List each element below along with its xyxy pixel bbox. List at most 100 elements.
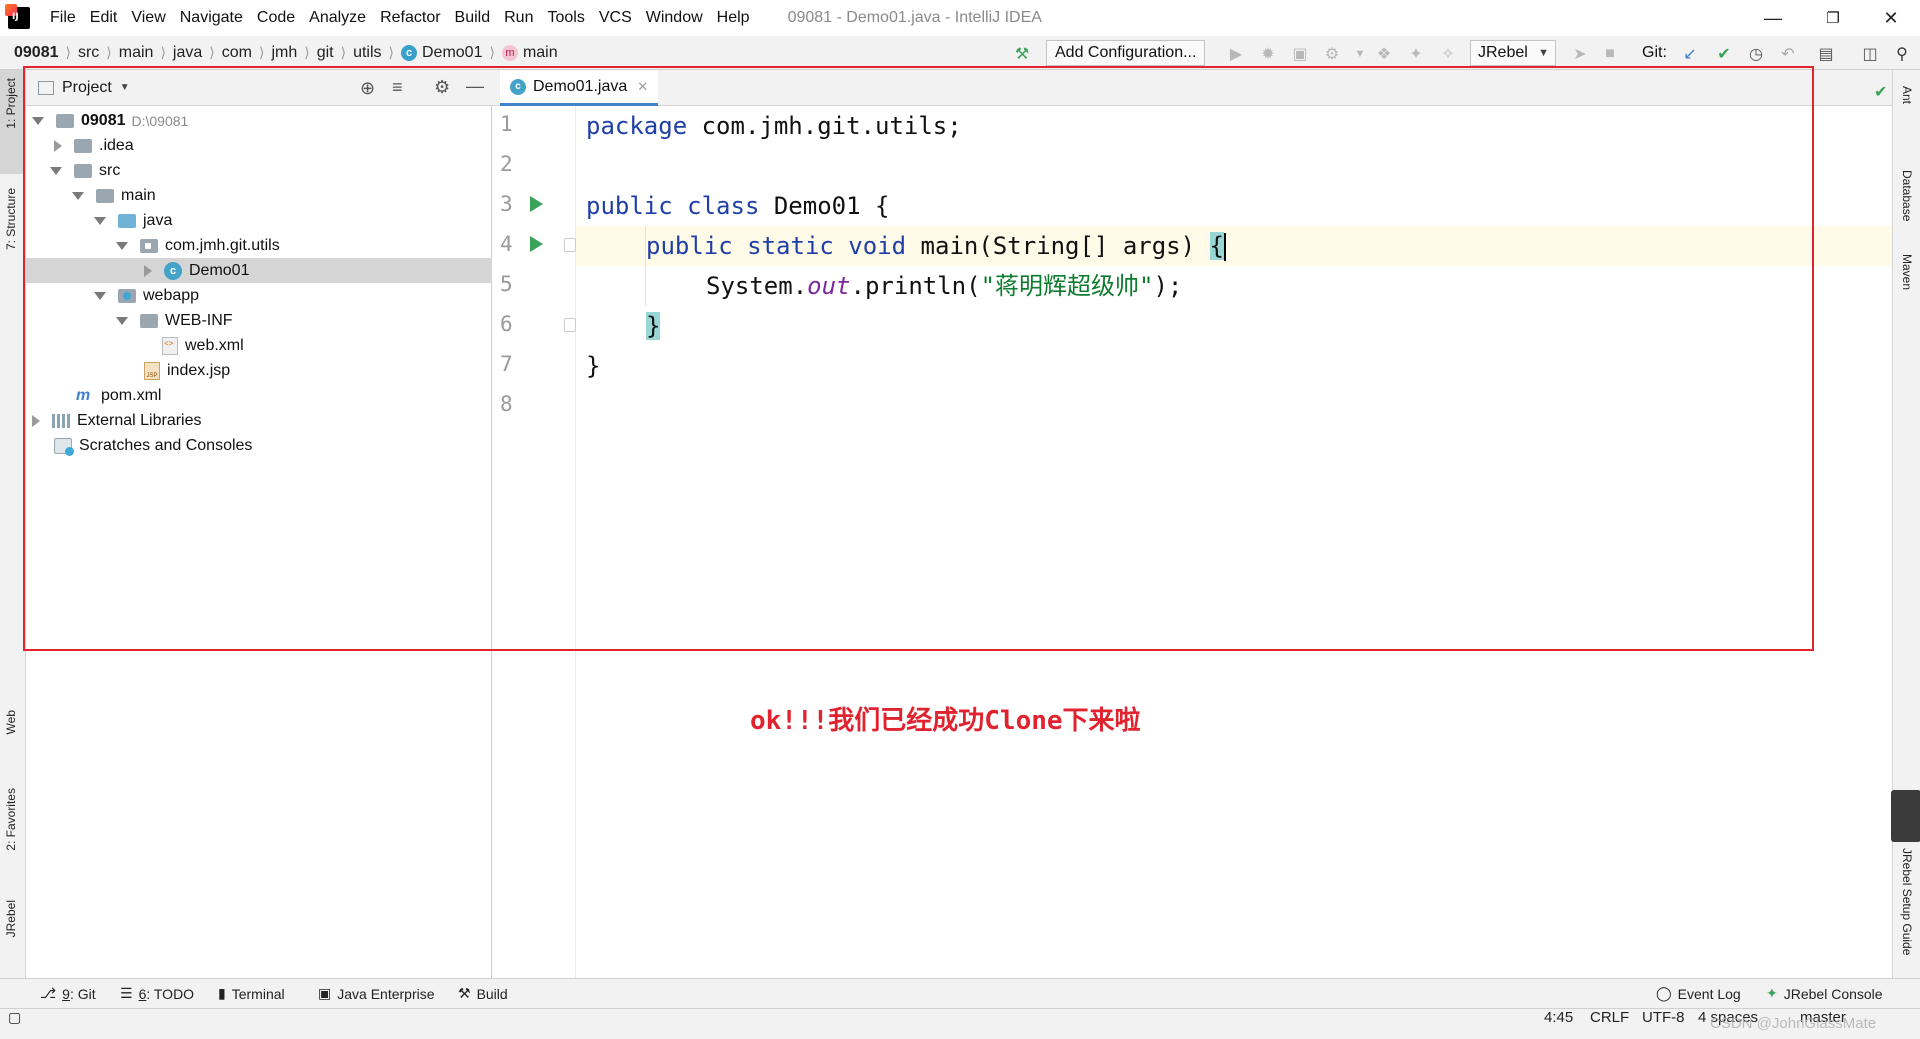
coverage-icon[interactable]: ▣ — [1290, 44, 1310, 64]
profile-icon[interactable]: ⚙ — [1322, 44, 1342, 64]
build-hammer-icon[interactable]: ⚒ — [1012, 44, 1032, 64]
jrebel-sync-icon[interactable]: ➤ — [1570, 44, 1590, 64]
menu-vcs[interactable]: VCS — [599, 9, 632, 27]
menu-run[interactable]: Run — [504, 9, 533, 27]
tab-build[interactable]: ⚒ Build — [458, 985, 508, 1002]
tab-jrebel[interactable]: JRebel — [4, 900, 18, 937]
tree-item-src[interactable]: src — [26, 158, 492, 183]
code-editor[interactable]: package com.jmh.git.utils; public class … — [576, 106, 1892, 978]
run-anything-icon[interactable]: ◫ — [1860, 44, 1880, 64]
tree-item-index-jsp[interactable]: JSP index.jsp — [26, 358, 492, 383]
tree-label: pom.xml — [101, 386, 162, 404]
menu-navigate[interactable]: Navigate — [180, 9, 243, 27]
chevron-down-icon[interactable]: ▼ — [1350, 44, 1370, 64]
gear-icon[interactable]: ⚙ — [434, 77, 450, 98]
tab-structure[interactable]: 7: Structure — [4, 188, 18, 250]
menu-build[interactable]: Build — [455, 9, 491, 27]
jrebel-guide-badge-icon[interactable] — [1891, 790, 1920, 842]
line-separator[interactable]: CRLF — [1590, 1009, 1629, 1026]
tree-item-main[interactable]: main — [26, 183, 492, 208]
menu-file[interactable]: File — [50, 9, 76, 27]
tree-item-webapp[interactable]: webapp — [26, 283, 492, 308]
fold-icon[interactable] — [564, 238, 576, 252]
fold-icon[interactable] — [564, 318, 576, 332]
tree-item-demo01[interactable]: c Demo01 — [26, 258, 492, 283]
crumb-java[interactable]: java — [173, 44, 202, 62]
tree-item-idea[interactable]: .idea — [26, 133, 492, 158]
tab-favorites[interactable]: 2: Favorites — [4, 788, 18, 851]
crumb-jmh[interactable]: jmh — [271, 44, 297, 62]
jrebel-dropdown[interactable]: JRebel ▼ — [1470, 40, 1556, 66]
toggle-tool-windows-icon[interactable]: ▢ — [8, 1009, 21, 1026]
locate-icon[interactable]: ⊕ — [360, 78, 375, 99]
crumb-git[interactable]: git — [317, 44, 334, 62]
web-folder-icon — [118, 288, 136, 303]
tab-project[interactable]: 1: Project — [4, 78, 18, 129]
window-title: 09081 - Demo01.java - IntelliJ IDEA — [787, 9, 1042, 26]
restore-button[interactable]: ❐ — [1804, 0, 1862, 36]
menu-window[interactable]: Window — [646, 9, 703, 27]
crumb-main[interactable]: main — [119, 44, 154, 62]
crumb-utils[interactable]: utils — [353, 44, 381, 62]
git-rollback-icon[interactable]: ↶ — [1778, 44, 1798, 64]
run-main-icon[interactable] — [530, 236, 543, 252]
menu-analyze[interactable]: Analyze — [309, 9, 366, 27]
tab-todo[interactable]: ☰ 6: TODO — [120, 985, 194, 1002]
tree-item-web-xml[interactable]: web.xml — [26, 333, 492, 358]
tab-jrebel-console[interactable]: ✦ JRebel Console — [1766, 985, 1883, 1002]
jrebel-run-icon[interactable]: ❖ — [1374, 44, 1394, 64]
git-update-icon[interactable]: ↙ — [1680, 44, 1700, 64]
menu-view[interactable]: View — [131, 9, 165, 27]
tab-web[interactable]: Web — [4, 710, 18, 734]
tab-terminal[interactable]: ▮ Terminal — [218, 985, 285, 1002]
git-history-icon[interactable]: ◷ — [1746, 44, 1766, 64]
collapse-all-icon[interactable]: ≡ — [392, 77, 403, 98]
chevron-down-icon[interactable]: ▼ — [120, 82, 130, 93]
tree-item-web-inf[interactable]: WEB-INF — [26, 308, 492, 333]
crumb-com[interactable]: com — [222, 44, 252, 62]
caret-position[interactable]: 4:45 — [1544, 1009, 1573, 1026]
jrebel-update-icon[interactable]: ✧ — [1438, 44, 1458, 64]
file-encoding[interactable]: UTF-8 — [1642, 1009, 1685, 1026]
minimize-button[interactable]: — — [1744, 0, 1802, 36]
tree-label: com.jmh.git.utils — [165, 236, 280, 254]
hide-panel-icon[interactable]: — — [466, 76, 484, 97]
project-view-icon — [38, 80, 54, 95]
tab-git[interactable]: ⎇ 9: Git — [40, 985, 96, 1002]
tree-item-project-root[interactable]: 09081 D:\09081 — [26, 108, 492, 133]
menu-refactor[interactable]: Refactor — [380, 9, 440, 27]
class-icon: c — [401, 44, 417, 61]
project-structure-icon[interactable]: ▤ — [1816, 44, 1836, 64]
tab-database[interactable]: Database — [1900, 170, 1914, 221]
tab-ant[interactable]: Ant — [1900, 86, 1914, 104]
tree-item-external-libraries[interactable]: External Libraries — [26, 408, 492, 433]
tree-item-java[interactable]: java — [26, 208, 492, 233]
search-icon[interactable]: ⚲ — [1892, 44, 1912, 64]
tab-java-enterprise[interactable]: ▣ Java Enterprise — [318, 985, 435, 1002]
run-icon[interactable]: ▶ — [1226, 44, 1246, 64]
crumb-demo01[interactable]: Demo01 — [422, 44, 482, 62]
tree-item-pom-xml[interactable]: m pom.xml — [26, 383, 492, 408]
git-commit-icon[interactable]: ✔ — [1714, 44, 1734, 64]
debug-icon[interactable]: ✹ — [1258, 44, 1278, 64]
tree-item-scratches[interactable]: Scratches and Consoles — [26, 433, 492, 458]
tab-maven[interactable]: Maven — [1900, 254, 1914, 290]
add-configuration-button[interactable]: Add Configuration... — [1046, 40, 1206, 66]
tab-demo01-java[interactable]: c Demo01.java ✕ — [500, 70, 659, 106]
menu-tools[interactable]: Tools — [547, 9, 584, 27]
close-tab-icon[interactable]: ✕ — [637, 79, 648, 95]
stop-icon[interactable]: ■ — [1600, 44, 1620, 64]
close-window-button[interactable]: ✕ — [1862, 0, 1920, 36]
menu-help[interactable]: Help — [717, 9, 750, 27]
jrebel-debug-icon[interactable]: ✦ — [1406, 44, 1426, 64]
run-class-icon[interactable] — [530, 196, 543, 212]
tree-item-package[interactable]: com.jmh.git.utils — [26, 233, 492, 258]
tab-jrebel-setup-guide[interactable]: JRebel Setup Guide — [1900, 848, 1914, 955]
project-panel-title[interactable]: Project — [62, 79, 112, 97]
crumb-project[interactable]: 09081 — [14, 44, 59, 62]
tab-event-log[interactable]: ◯ Event Log — [1656, 985, 1741, 1002]
crumb-method-main[interactable]: main — [523, 44, 558, 62]
menu-edit[interactable]: Edit — [90, 9, 118, 27]
menu-code[interactable]: Code — [257, 9, 295, 27]
crumb-src[interactable]: src — [78, 44, 99, 62]
